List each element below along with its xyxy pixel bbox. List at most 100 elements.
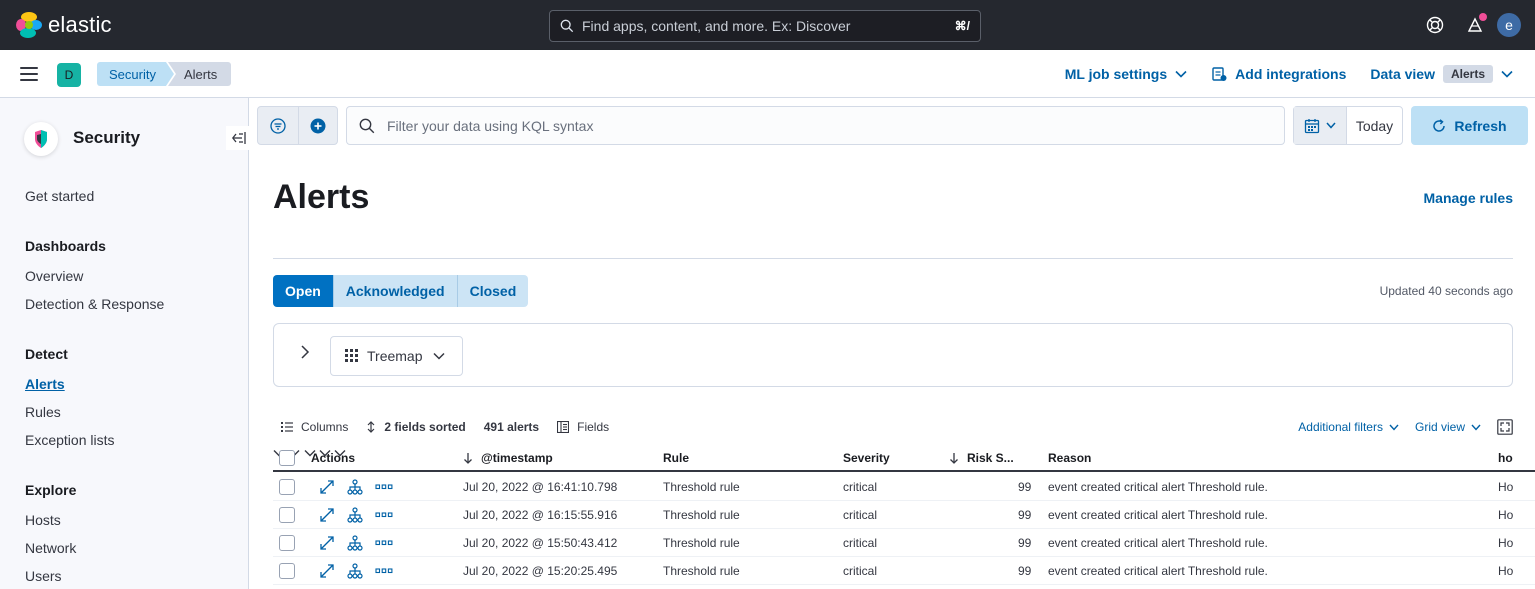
expand-icon[interactable] xyxy=(319,507,335,523)
grid-toolbar: Columns 2 fields sorted 491 alerts Field… xyxy=(281,418,627,436)
column-header-host[interactable]: ho xyxy=(1498,446,1513,470)
plus-circle-icon xyxy=(310,118,326,133)
columns-button[interactable]: Columns xyxy=(281,420,348,434)
grid-view-button[interactable]: Grid view xyxy=(1415,420,1481,434)
sorted-fields-label: 2 fields sorted xyxy=(384,420,466,434)
date-range-value[interactable]: Today xyxy=(1347,107,1402,144)
tab-open[interactable]: Open xyxy=(273,275,333,307)
sidebar-item-rules[interactable]: Rules xyxy=(25,404,61,420)
more-actions-icon[interactable] xyxy=(375,484,393,490)
menu-icon[interactable] xyxy=(20,67,38,81)
newsfeed-icon[interactable] xyxy=(1455,5,1495,45)
sidebar-item-get-started[interactable]: Get started xyxy=(25,188,94,204)
select-all-checkbox[interactable] xyxy=(279,446,295,470)
cell-severity: critical xyxy=(843,536,878,550)
data-view-picker[interactable]: Data view Alerts xyxy=(1370,65,1513,83)
sidebar-title: Security xyxy=(73,128,141,147)
sidebar-item-alerts[interactable]: Alerts xyxy=(25,376,65,392)
expand-icon[interactable] xyxy=(319,479,335,495)
user-avatar[interactable]: e xyxy=(1497,13,1521,37)
analyze-event-icon[interactable] xyxy=(347,507,363,523)
sort-descending-icon xyxy=(950,453,958,464)
sort-fields-button[interactable]: 2 fields sorted xyxy=(366,420,466,434)
ml-job-settings-button[interactable]: ML job settings xyxy=(1065,66,1187,82)
space-avatar[interactable]: D xyxy=(57,63,81,87)
breadcrumb-security[interactable]: Security xyxy=(97,62,174,86)
chart-type-label: Treemap xyxy=(367,348,423,364)
data-view-label: Data view xyxy=(1370,66,1435,82)
fields-button[interactable]: Fields xyxy=(557,420,609,434)
row-checkbox[interactable] xyxy=(279,501,295,529)
chevron-down-icon xyxy=(1501,70,1513,78)
manage-rules-link[interactable]: Manage rules xyxy=(1424,190,1513,206)
expand-icon[interactable] xyxy=(319,563,335,579)
tab-closed[interactable]: Closed xyxy=(456,275,529,307)
expand-panel-icon[interactable] xyxy=(300,344,310,363)
more-actions-icon[interactable] xyxy=(375,540,393,546)
security-sidebar: Security Get started Dashboards Overview… xyxy=(0,98,254,589)
more-actions-icon[interactable] xyxy=(375,512,393,518)
analyze-event-icon[interactable] xyxy=(347,535,363,551)
cell-rule: Threshold rule xyxy=(663,564,740,578)
cell-risk-score: 99 xyxy=(1018,564,1032,578)
column-header-reason[interactable]: Reason xyxy=(1048,446,1091,470)
cell-timestamp: Jul 20, 2022 @ 16:41:10.798 xyxy=(463,480,618,494)
add-filter-button[interactable] xyxy=(297,107,338,144)
analyze-event-icon[interactable] xyxy=(347,563,363,579)
kql-search-input[interactable]: Filter your data using KQL syntax xyxy=(346,106,1285,145)
tab-acknowledged[interactable]: Acknowledged xyxy=(332,275,457,307)
elastic-logo-icon xyxy=(16,12,42,38)
risk-score-header-label: Risk S... xyxy=(967,451,1014,465)
cell-reason: event created critical alert Threshold r… xyxy=(1048,536,1268,550)
sidebar-item-exception-lists[interactable]: Exception lists xyxy=(25,432,114,448)
global-search-placeholder: Find apps, content, and more. Ex: Discov… xyxy=(582,18,851,34)
row-checkbox[interactable] xyxy=(279,529,295,557)
grid-view-label: Grid view xyxy=(1414,420,1465,434)
row-checkbox[interactable] xyxy=(279,473,295,501)
refresh-button[interactable]: Refresh xyxy=(1411,106,1528,145)
quick-date-menu-button[interactable] xyxy=(1294,107,1347,144)
brand-name: elastic xyxy=(48,12,112,37)
expand-icon[interactable] xyxy=(319,535,335,551)
breadcrumb: Security Alerts xyxy=(97,62,232,86)
elastic-logo[interactable]: elastic xyxy=(16,12,112,38)
fields-label: Fields xyxy=(577,420,610,434)
saved-query-button[interactable] xyxy=(258,107,298,144)
sidebar-item-detection-response[interactable]: Detection & Response xyxy=(25,296,164,312)
column-header-severity[interactable]: Severity xyxy=(843,446,890,470)
sidebar-item-users[interactable]: Users xyxy=(25,568,62,584)
column-header-timestamp[interactable]: @timestamp xyxy=(463,446,553,470)
header-links: ML job settings Add integrations Data vi… xyxy=(1041,50,1513,98)
row-checkbox[interactable] xyxy=(279,557,295,585)
more-actions-icon[interactable] xyxy=(375,568,393,574)
sort-icon xyxy=(367,421,375,433)
chart-type-select[interactable]: Treemap xyxy=(330,336,463,376)
list-icon xyxy=(281,422,293,432)
fields-icon xyxy=(557,421,570,433)
sidebar-item-hosts[interactable]: Hosts xyxy=(25,512,61,528)
date-picker: Today xyxy=(1293,106,1403,145)
table-row: Jul 20, 2022 @ 15:20:25.495 Threshold ru… xyxy=(273,557,1535,585)
additional-filters-button[interactable]: Additional filters xyxy=(1298,420,1399,434)
add-integrations-button[interactable]: Add integrations xyxy=(1211,66,1346,82)
cell-host: Ho xyxy=(1498,536,1514,550)
refresh-label: Refresh xyxy=(1454,117,1507,134)
sidebar-item-network[interactable]: Network xyxy=(25,540,76,556)
analyze-event-icon[interactable] xyxy=(347,479,363,495)
cell-reason: event created critical alert Threshold r… xyxy=(1048,564,1268,578)
cell-rule: Threshold rule xyxy=(663,508,740,522)
alerts-chart-panel: Treemap xyxy=(273,323,1513,387)
alert-count-label: 491 alerts xyxy=(483,420,540,434)
cell-severity: critical xyxy=(843,508,878,522)
global-search-input[interactable]: Find apps, content, and more. Ex: Discov… xyxy=(549,10,981,42)
column-header-rule[interactable]: Rule xyxy=(663,446,689,470)
sidebar-item-overview[interactable]: Overview xyxy=(25,268,83,284)
cell-rule: Threshold rule xyxy=(663,480,740,494)
column-header-risk-score[interactable]: Risk S... xyxy=(949,446,1014,470)
help-icon[interactable] xyxy=(1415,5,1455,45)
grid-toolbar-right: Additional filters Grid view xyxy=(1298,418,1513,436)
search-icon xyxy=(359,118,375,133)
query-buttons xyxy=(257,106,338,145)
cell-timestamp: Jul 20, 2022 @ 15:20:25.495 xyxy=(463,564,618,578)
fullscreen-icon[interactable] xyxy=(1497,419,1513,435)
